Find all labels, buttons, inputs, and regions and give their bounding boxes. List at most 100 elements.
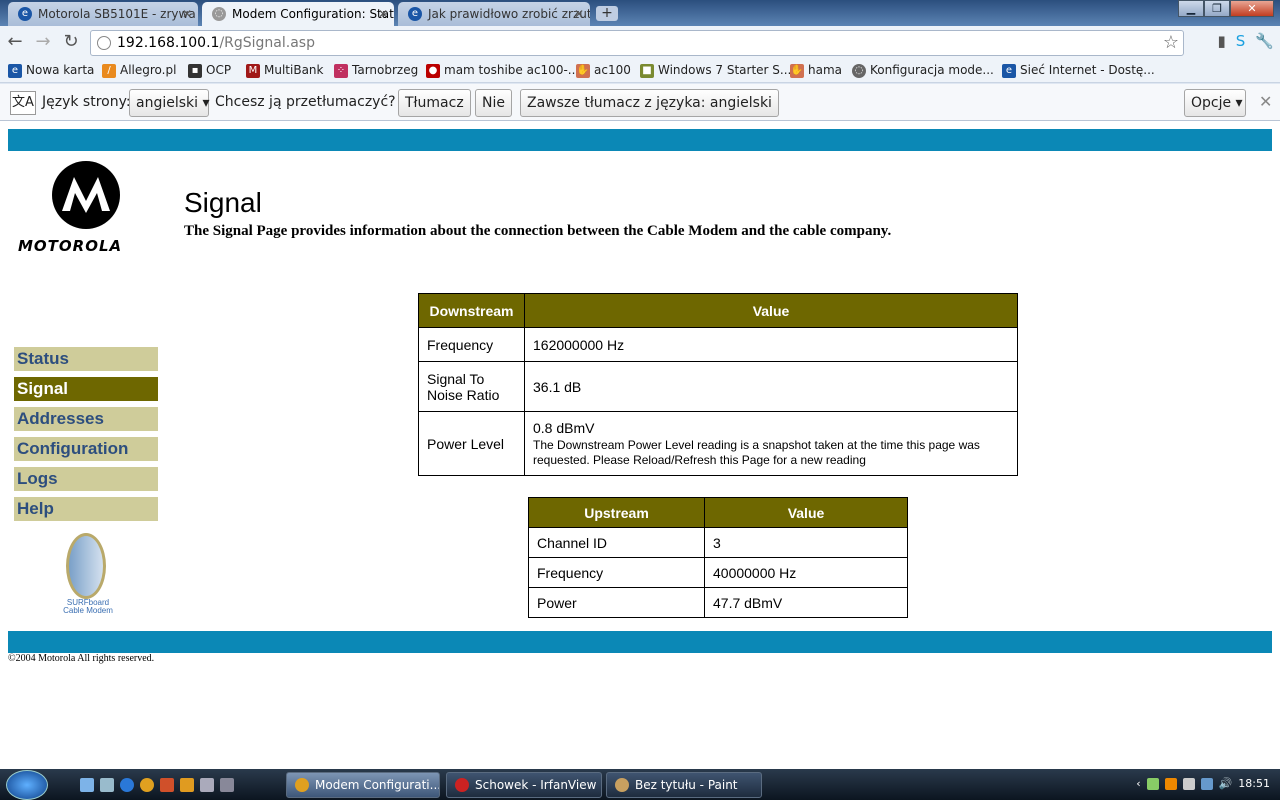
stats-icon[interactable]: ▮ <box>1218 32 1226 50</box>
address-bar[interactable]: 192.168.100.1/RgSignal.asp ☆ <box>90 30 1184 56</box>
switch-windows-icon[interactable] <box>100 778 114 792</box>
surfboard-icon <box>66 533 106 599</box>
menu-item-logs[interactable]: Logs <box>14 467 158 491</box>
tarnobrzeg-icon: ⁘ <box>334 64 348 78</box>
task-chrome[interactable]: Modem Configurati... <box>286 772 440 798</box>
tray-expand-icon[interactable]: ‹ <box>1136 777 1140 790</box>
close-infobar-icon[interactable]: ✕ <box>1259 89 1272 117</box>
close-tab-icon[interactable]: ✕ <box>182 7 192 21</box>
top-blue-bar <box>8 129 1272 151</box>
table-row: Power Level 0.8 dBmV The Downstream Powe… <box>418 411 1018 476</box>
volume-icon[interactable]: 🔊 <box>1219 777 1233 790</box>
copyright: ©2004 Motorola All rights reserved. <box>8 653 155 664</box>
close-tab-icon[interactable]: ✕ <box>378 7 388 21</box>
calculator-icon[interactable] <box>200 778 214 792</box>
row-value: 162000000 Hz <box>524 327 1018 362</box>
bookmark-item[interactable]: ✋ ac100 <box>576 63 631 78</box>
tray-icon[interactable] <box>1164 777 1177 790</box>
page-description: The Signal Page provides information abo… <box>184 223 892 239</box>
row-label: Channel ID <box>528 527 705 558</box>
translate-infobar: 文A Język strony: angielski ▾ Chcesz ją p… <box>0 84 1280 121</box>
translate-icon: 文A <box>10 91 36 115</box>
new-tab-button[interactable]: + <box>596 6 618 21</box>
tray-icon[interactable] <box>1182 777 1195 790</box>
task-irfanview[interactable]: Schowek - IrfanView <box>446 772 602 798</box>
bookmark-item[interactable]: M MultiBank <box>246 63 323 78</box>
bookmark-star-icon[interactable]: ☆ <box>1163 32 1179 53</box>
ie-icon: e <box>18 7 32 21</box>
ocp-icon: ▪ <box>188 64 202 78</box>
bookmark-item[interactable]: / Allegro.pl <box>102 63 176 78</box>
wrench-icon[interactable]: 🔧 <box>1255 32 1274 50</box>
row-label: Power <box>528 587 705 618</box>
row-value: 3 <box>704 527 908 558</box>
ie-icon: e <box>8 64 22 78</box>
power-level-note: The Downstream Power Level reading is a … <box>533 437 980 467</box>
chrome-icon <box>295 778 309 792</box>
row-label: Power Level <box>418 411 525 476</box>
always-translate-button[interactable]: Zawsze tłumacz z języka: angielski <box>520 89 779 117</box>
app-icon[interactable] <box>220 778 234 792</box>
bookmark-item[interactable]: e Nowa karta <box>8 63 94 78</box>
tab-motorola[interactable]: e Motorola SB5101E - zrywa p ✕ <box>8 2 198 26</box>
system-tray: ‹ 🔊 18:51 <box>1136 777 1270 790</box>
ie-icon: e <box>1002 64 1016 78</box>
close-window-button[interactable]: ✕ <box>1230 0 1274 17</box>
no-translate-button[interactable]: Nie <box>475 89 512 117</box>
quick-launch <box>80 778 234 792</box>
paint-icon <box>615 778 629 792</box>
bottom-blue-bar <box>8 631 1272 653</box>
media-icon[interactable] <box>180 778 194 792</box>
bookmark-item[interactable]: ▪ OCP <box>188 63 231 78</box>
skype-icon[interactable]: S <box>1236 32 1246 50</box>
tab-zrzut[interactable]: e Jak prawidłowo zrobić zrzut ✕ <box>398 2 590 26</box>
clock[interactable]: 18:51 <box>1238 777 1270 790</box>
menu-item-configuration[interactable]: Configuration <box>14 437 158 461</box>
ie-icon[interactable] <box>120 778 134 792</box>
tab-modem-configuration[interactable]: ◌ Modem Configuration: Stat ✕ <box>202 2 394 26</box>
chrome-icon[interactable] <box>140 778 154 792</box>
forward-icon[interactable]: → <box>32 32 54 54</box>
show-desktop-icon[interactable] <box>80 778 94 792</box>
task-paint[interactable]: Bez tytułu - Paint <box>606 772 762 798</box>
table-row: Frequency 40000000 Hz <box>528 557 908 588</box>
network-icon[interactable] <box>1200 777 1213 790</box>
close-tab-icon[interactable]: ✕ <box>574 7 584 21</box>
menu-item-addresses[interactable]: Addresses <box>14 407 158 431</box>
menu-item-signal[interactable]: Signal <box>14 377 158 401</box>
menu-item-status[interactable]: Status <box>14 347 158 371</box>
tray-icon[interactable] <box>1146 777 1159 790</box>
page-content: MOTOROLA Signal The Signal Page provides… <box>0 121 1280 769</box>
page-title: Signal <box>184 187 262 218</box>
table-row: Frequency 162000000 Hz <box>418 327 1018 362</box>
motorola-logo: MOTOROLA <box>18 161 154 255</box>
start-button[interactable] <box>6 770 48 800</box>
bookmark-item[interactable]: ■ Windows 7 Starter S... <box>640 63 791 78</box>
options-button[interactable]: Opcje ▾ <box>1184 89 1246 117</box>
back-icon[interactable]: ← <box>4 32 26 54</box>
row-value: 40000000 Hz <box>704 557 908 588</box>
bookmark-item[interactable]: ⁘ Tarnobrzeg <box>334 63 418 78</box>
translate-button[interactable]: Tłumacz <box>398 89 471 117</box>
tab-strip: e Motorola SB5101E - zrywa p ✕ ◌ Modem C… <box>0 0 1280 26</box>
translate-question: Chcesz ją przetłumaczyć? <box>215 94 396 110</box>
app-icon[interactable] <box>160 778 174 792</box>
language-select[interactable]: angielski ▾ <box>129 89 210 117</box>
globe-icon: ◌ <box>212 7 226 21</box>
row-label: Signal To Noise Ratio <box>418 361 525 412</box>
bookmark-item[interactable]: ● mam toshibe ac100-... <box>426 63 579 78</box>
reload-icon[interactable]: ↻ <box>60 32 82 54</box>
menu-item-help[interactable]: Help <box>14 497 158 521</box>
maximize-button[interactable]: ❐ <box>1204 0 1230 17</box>
allegro-icon: / <box>102 64 116 78</box>
bookmark-item[interactable]: ◌ Konfiguracja mode... <box>852 63 994 78</box>
value-header: Value <box>524 293 1018 328</box>
irfanview-icon <box>455 778 469 792</box>
extension-icons: ▮ S 🔧 <box>1218 32 1274 50</box>
bookmark-item[interactable]: ✋ hama <box>790 63 842 78</box>
upstream-table: Upstream Value Channel ID 3 Frequency 40… <box>528 497 908 618</box>
bookmark-item[interactable]: e Sieć Internet - Dostę... <box>1002 63 1155 78</box>
minimize-button[interactable]: ▁ <box>1178 0 1204 17</box>
table-row: Power 47.7 dBmV <box>528 587 908 618</box>
row-label: Frequency <box>418 327 525 362</box>
